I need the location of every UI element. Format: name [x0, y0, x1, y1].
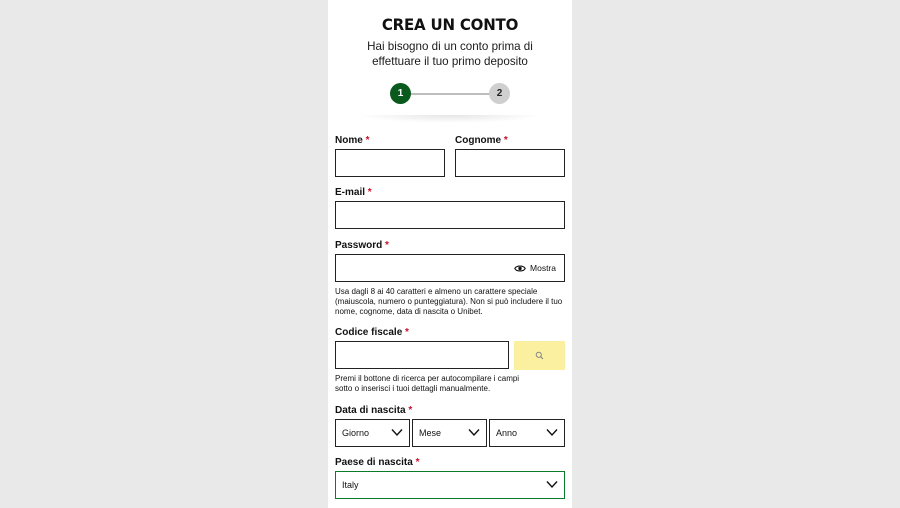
anno-select[interactable]: Anno — [489, 419, 565, 447]
required-mark: * — [415, 457, 420, 468]
header-divider — [356, 115, 544, 123]
required-mark: * — [408, 405, 413, 416]
cognome-label: Cognome * — [455, 135, 508, 146]
giorno-select-value: Giorno — [342, 428, 370, 438]
stepper-line — [408, 93, 492, 95]
required-mark: * — [503, 135, 508, 146]
paese-di-nascita-select[interactable]: Italy — [335, 471, 565, 499]
email-input[interactable] — [335, 201, 565, 229]
codice-fiscale-input[interactable] — [335, 341, 509, 369]
cognome-label-text: Cognome — [455, 135, 502, 146]
eye-icon — [514, 264, 526, 272]
paese-di-nascita-label: Paese di nascita * — [335, 457, 420, 468]
paese-di-nascita-value: Italy — [342, 480, 359, 490]
codice-fiscale-hint: Premi il bottone di ricerca per autocomp… — [335, 374, 520, 394]
required-mark: * — [365, 135, 370, 146]
stepper: 1 2 — [390, 83, 510, 105]
chevron-down-icon — [468, 429, 480, 437]
chevron-down-icon — [546, 429, 558, 437]
step-2-indicator: 2 — [489, 83, 510, 104]
step-1-indicator: 1 — [390, 83, 411, 104]
giorno-select[interactable]: Giorno — [335, 419, 410, 447]
show-password-label: Mostra — [530, 263, 556, 273]
mese-select-value: Mese — [419, 428, 442, 438]
codice-fiscale-search-button[interactable] — [514, 341, 565, 370]
password-hint: Usa dagli 8 ai 40 caratteri e almeno un … — [335, 287, 563, 317]
anno-select-value: Anno — [496, 428, 518, 438]
mese-select[interactable]: Mese — [412, 419, 487, 447]
codice-fiscale-label-text: Codice fiscale — [335, 327, 403, 338]
page-title: CREA UN CONTO — [381, 15, 519, 35]
data-di-nascita-label: Data di nascita * — [335, 405, 412, 416]
show-password-toggle[interactable]: Mostra — [514, 263, 556, 273]
nome-input[interactable] — [335, 149, 445, 177]
chevron-down-icon — [546, 481, 558, 489]
required-mark: * — [405, 327, 409, 338]
nome-label-text: Nome — [335, 135, 363, 146]
cognome-input[interactable] — [455, 149, 565, 177]
search-icon — [535, 351, 544, 360]
email-label: E-mail * — [335, 187, 372, 198]
required-mark: * — [385, 240, 389, 251]
paese-di-nascita-label-text: Paese di nascita — [335, 457, 413, 468]
password-label-text: Password — [335, 240, 383, 251]
password-input[interactable]: Mostra — [335, 254, 565, 282]
data-di-nascita-label-text: Data di nascita — [335, 405, 406, 416]
email-label-text: E-mail — [335, 187, 366, 198]
registration-panel: CREA UN CONTO Hai bisogno di un conto pr… — [328, 0, 572, 508]
required-mark: * — [367, 187, 372, 198]
chevron-down-icon — [391, 429, 403, 437]
codice-fiscale-label: Codice fiscale * — [335, 327, 409, 338]
page-subtitle: Hai bisogno di un conto prima di effettu… — [367, 40, 533, 68]
password-label: Password * — [335, 240, 389, 251]
nome-label: Nome * — [335, 135, 369, 146]
